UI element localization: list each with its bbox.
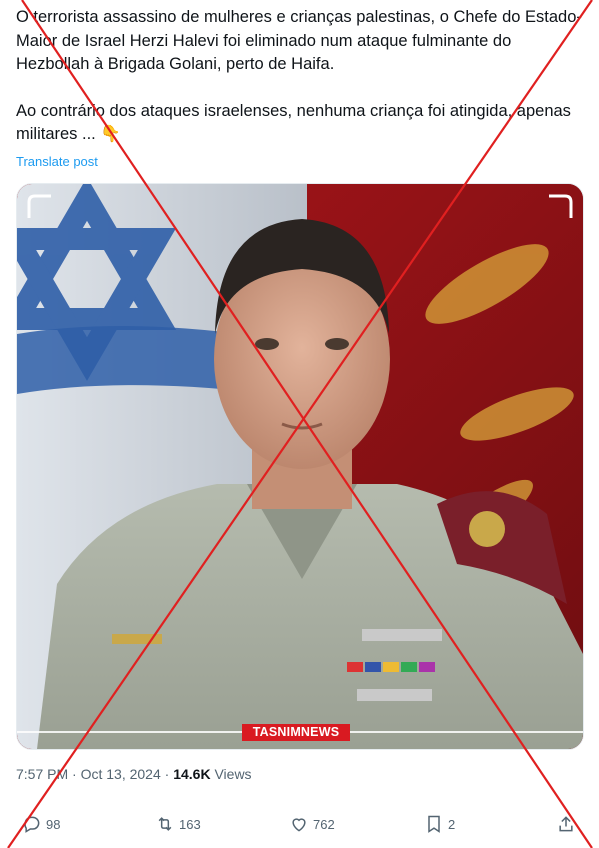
tweet-time[interactable]: 7:57 PM — [16, 766, 68, 782]
tweet-text: O terrorista assassino de mulheres e cri… — [16, 6, 586, 147]
share-button[interactable] — [556, 814, 576, 834]
tweet-actions-bar: 98 163 762 2 — [0, 808, 599, 844]
like-button[interactable]: 762 — [289, 814, 335, 834]
portrait-photo — [17, 184, 583, 749]
reply-icon — [24, 816, 40, 833]
heart-icon — [292, 818, 306, 832]
tweet-date[interactable]: Oct 13, 2024 — [81, 766, 161, 782]
reply-button[interactable]: 98 — [22, 814, 60, 834]
tasnimnews-watermark: TASNIMNEWS — [242, 724, 350, 741]
views-label: Views — [210, 766, 252, 782]
beret-badge-icon — [469, 511, 505, 547]
wings-insignia-right-icon — [362, 629, 442, 641]
bookmark-count: 2 — [448, 816, 456, 832]
meta-separator: · — [68, 766, 81, 782]
tweet-paragraph-1: O terrorista assassino de mulheres e cri… — [16, 8, 582, 73]
tweet-meta: 7:57 PM · Oct 13, 2024 · 14.6K Views — [16, 766, 252, 782]
tweet-media-photo[interactable] — [16, 183, 584, 750]
wings-insignia-left-icon — [112, 634, 162, 644]
repost-icon — [158, 817, 172, 831]
like-count: 762 — [313, 816, 335, 832]
bookmark-button[interactable]: 2 — [424, 814, 455, 834]
tweet-paragraph-2: Ao contrário dos ataques israelenses, ne… — [16, 101, 571, 144]
left-eye — [255, 338, 279, 350]
translate-post-link[interactable]: Translate post — [16, 154, 98, 169]
ribbon-bar — [347, 662, 435, 672]
share-icon — [559, 816, 573, 832]
views-count: 14.6K — [173, 766, 211, 782]
reply-count: 98 — [46, 816, 61, 832]
repost-count: 163 — [179, 816, 201, 832]
right-eye — [325, 338, 349, 350]
bookmark-icon — [428, 815, 440, 833]
pilot-wings-icon — [357, 689, 432, 701]
meta-separator: · — [160, 766, 174, 782]
repost-button[interactable]: 163 — [155, 814, 201, 834]
